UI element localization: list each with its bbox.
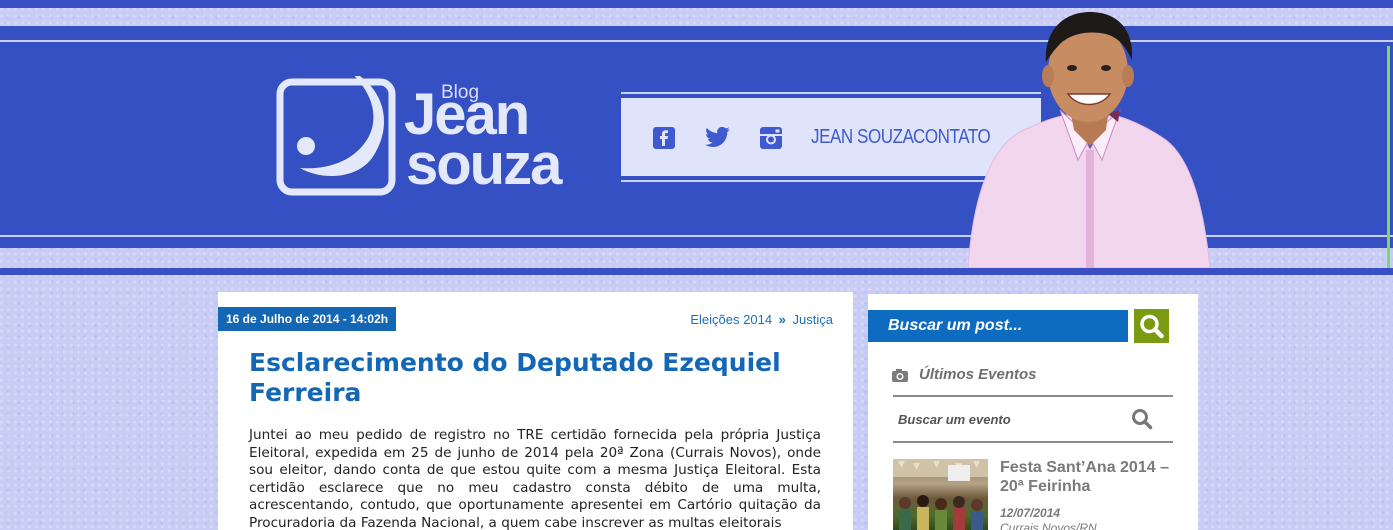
header-under-band (0, 268, 1393, 275)
event-search-icon[interactable] (1131, 408, 1153, 430)
category-link-justica[interactable]: Justiça (793, 312, 833, 327)
instagram-icon[interactable] (759, 126, 783, 150)
post-body: Juntei ao meu pedido de registro no TRE … (249, 427, 821, 530)
twitter-icon[interactable] (703, 126, 731, 150)
search-icon (1140, 314, 1164, 339)
category-link-eleicoes[interactable]: Eleições 2014 (690, 312, 772, 327)
event-thumbnail[interactable] (893, 459, 988, 530)
event-place: Currais Novos/RN (1000, 521, 1097, 530)
sidebar: Buscar um post... Últimos Eventos Buscar… (868, 294, 1198, 530)
post-search-input[interactable]: Buscar um post... (868, 310, 1128, 342)
camera-icon (892, 367, 908, 382)
events-divider-bottom (893, 441, 1173, 443)
events-heading-label: Últimos Eventos (919, 366, 1037, 383)
event-search-input[interactable]: Buscar um evento (898, 412, 1011, 427)
event-title[interactable]: Festa Sant’Ana 2014 – 20ª Feirinha (1000, 458, 1175, 496)
logo-j-mark-icon (276, 76, 396, 196)
site-logo[interactable]: Blog Jean souza (276, 62, 596, 198)
post-title[interactable]: Esclarecimento do Deputado Ezequiel Ferr… (249, 348, 809, 408)
logo-name-line2: souza (406, 132, 562, 197)
nav-link-jean-souza[interactable]: JEAN SOUZA (811, 126, 914, 149)
post-card: 16 de Julho de 2014 - 14:02h Eleições 20… (218, 292, 853, 530)
post-date-badge: 16 de Julho de 2014 - 14:02h (218, 307, 397, 331)
post-categories: Eleições 2014 » Justiça (690, 312, 833, 327)
green-edge (1387, 46, 1390, 268)
category-separator: » (778, 312, 786, 327)
top-strip (0, 0, 1393, 8)
author-portrait (967, 12, 1211, 268)
event-date: 12/07/2014 (1000, 506, 1061, 520)
post-search-button[interactable] (1134, 309, 1169, 343)
facebook-icon[interactable] (652, 126, 676, 150)
events-divider-top (893, 395, 1173, 397)
